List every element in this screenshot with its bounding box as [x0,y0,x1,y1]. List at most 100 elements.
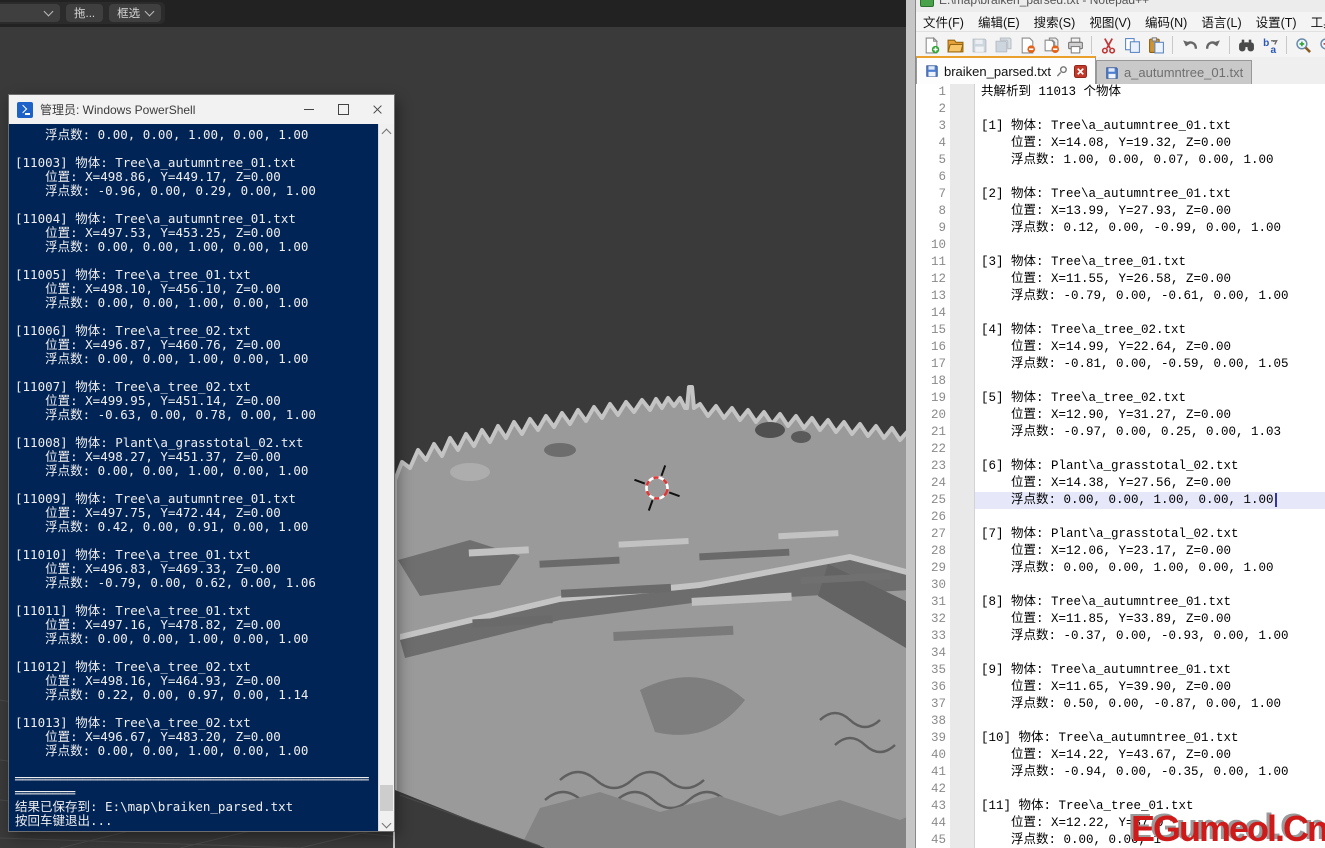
save-icon[interactable] [968,34,990,56]
box-select-dropdown[interactable]: 框选 [109,4,161,22]
line-number: 6 [916,169,950,186]
window-resize-edge[interactable] [906,0,915,848]
powershell-console[interactable]: 浮点数: 0.00, 0.00, 1.00, 0.00, 1.00 [11003… [9,124,394,831]
close-file-icon[interactable] [1016,34,1038,56]
close-all-icon[interactable] [1040,34,1062,56]
bookmark-margin[interactable] [950,101,975,118]
bookmark-margin[interactable] [950,492,975,509]
bookmark-margin[interactable] [950,356,975,373]
bookmark-margin[interactable] [950,645,975,662]
bookmark-margin[interactable] [950,203,975,220]
tab-label: braiken_parsed.txt [944,64,1051,79]
bookmark-margin[interactable] [950,747,975,764]
bookmark-margin[interactable] [950,441,975,458]
bookmark-margin[interactable] [950,254,975,271]
powershell-titlebar[interactable]: 管理员: Windows PowerShell [9,95,394,124]
editor-area[interactable]: 1共解析到 11013 个物体23[1] 物体: Tree\a_autumntr… [916,84,1325,848]
paste-icon[interactable] [1145,34,1167,56]
bookmark-margin[interactable] [950,458,975,475]
print-icon[interactable] [1064,34,1086,56]
bookmark-margin[interactable] [950,577,975,594]
zoom-in-icon[interactable] [1292,34,1314,56]
bookmark-margin[interactable] [950,798,975,815]
line-number: 1 [916,84,950,101]
toolbar-separator [1172,36,1173,54]
bookmark-margin[interactable] [950,662,975,679]
bookmark-margin[interactable] [950,713,975,730]
bookmark-margin[interactable] [950,526,975,543]
scrollbar-thumb[interactable] [380,785,393,811]
notepadpp-titlebar[interactable]: E:\map\braiken_parsed.txt - Notepad++ [916,0,1325,12]
minimize-button[interactable] [292,95,326,124]
bookmark-margin[interactable] [950,390,975,407]
open-file-icon[interactable] [944,34,966,56]
menu-item[interactable]: 文件(F) [916,12,971,31]
bookmark-margin[interactable] [950,288,975,305]
bookmark-margin[interactable] [950,169,975,186]
drag-button[interactable]: 拖... [66,4,103,22]
bookmark-margin[interactable] [950,322,975,339]
line-text: [5] 物体: Tree\a_tree_02.txt [975,390,1325,407]
tab-braiken-parsed[interactable]: braiken_parsed.txt [916,56,1096,84]
bookmark-margin[interactable] [950,679,975,696]
bookmark-margin[interactable] [950,271,975,288]
bookmark-margin[interactable] [950,628,975,645]
bookmark-margin[interactable] [950,594,975,611]
bookmark-margin[interactable] [950,220,975,237]
line-number: 8 [916,203,950,220]
menu-item[interactable]: 搜索(S) [1027,12,1083,31]
tool-dropdown[interactable] [0,4,60,22]
find-icon[interactable] [1235,34,1257,56]
line-number: 41 [916,764,950,781]
save-all-icon[interactable] [992,34,1014,56]
bookmark-margin[interactable] [950,730,975,747]
bookmark-margin[interactable] [950,305,975,322]
menu-item[interactable]: 编辑(E) [971,12,1027,31]
bookmark-margin[interactable] [950,135,975,152]
menu-item[interactable]: 语言(L) [1194,12,1248,31]
powershell-scrollbar[interactable] [378,124,394,831]
bookmark-margin[interactable] [950,424,975,441]
undo-icon[interactable] [1178,34,1200,56]
bookmark-margin[interactable] [950,543,975,560]
maximize-button[interactable] [326,95,360,124]
zoom-out-icon[interactable] [1316,34,1325,56]
replace-icon[interactable]: ba [1259,34,1281,56]
scroll-up-icon[interactable] [383,128,390,135]
bookmark-margin[interactable] [950,237,975,254]
editor-line: 11[3] 物体: Tree\a_tree_01.txt [916,254,1325,271]
bookmark-margin[interactable] [950,509,975,526]
scroll-down-icon[interactable] [383,820,390,827]
bookmark-margin[interactable] [950,152,975,169]
bookmark-margin[interactable] [950,186,975,203]
menu-item[interactable]: 工具(O [1304,12,1325,31]
bookmark-margin[interactable] [950,560,975,577]
copy-icon[interactable] [1121,34,1143,56]
bookmark-margin[interactable] [950,339,975,356]
bookmark-margin[interactable] [950,781,975,798]
bookmark-margin[interactable] [950,815,975,832]
bookmark-margin[interactable] [950,373,975,390]
bookmark-margin[interactable] [950,611,975,628]
redo-icon[interactable] [1202,34,1224,56]
new-file-icon[interactable] [920,34,942,56]
menu-item[interactable]: 设置(T) [1249,12,1304,31]
menu-item[interactable]: 视图(V) [1082,12,1138,31]
bookmark-margin[interactable] [950,84,975,101]
editor-line: 16 位置: X=14.99, Y=22.64, Z=0.00 [916,339,1325,356]
menu-item[interactable]: 编码(N) [1138,12,1194,31]
bookmark-margin[interactable] [950,407,975,424]
close-tab-icon[interactable] [1074,65,1087,78]
bookmark-margin[interactable] [950,764,975,781]
window-title: E:\map\braiken_parsed.txt - Notepad++ [939,0,1149,7]
bookmark-margin[interactable] [950,832,975,848]
bookmark-margin[interactable] [950,118,975,135]
pin-icon[interactable] [1056,65,1069,78]
bookmark-margin[interactable] [950,696,975,713]
close-button[interactable] [360,95,394,124]
line-number: 32 [916,611,950,628]
editor-line: 30 [916,577,1325,594]
tab-a-autumntree[interactable]: a_autumntree_01.txt [1096,60,1252,84]
bookmark-margin[interactable] [950,475,975,492]
cut-icon[interactable] [1097,34,1119,56]
